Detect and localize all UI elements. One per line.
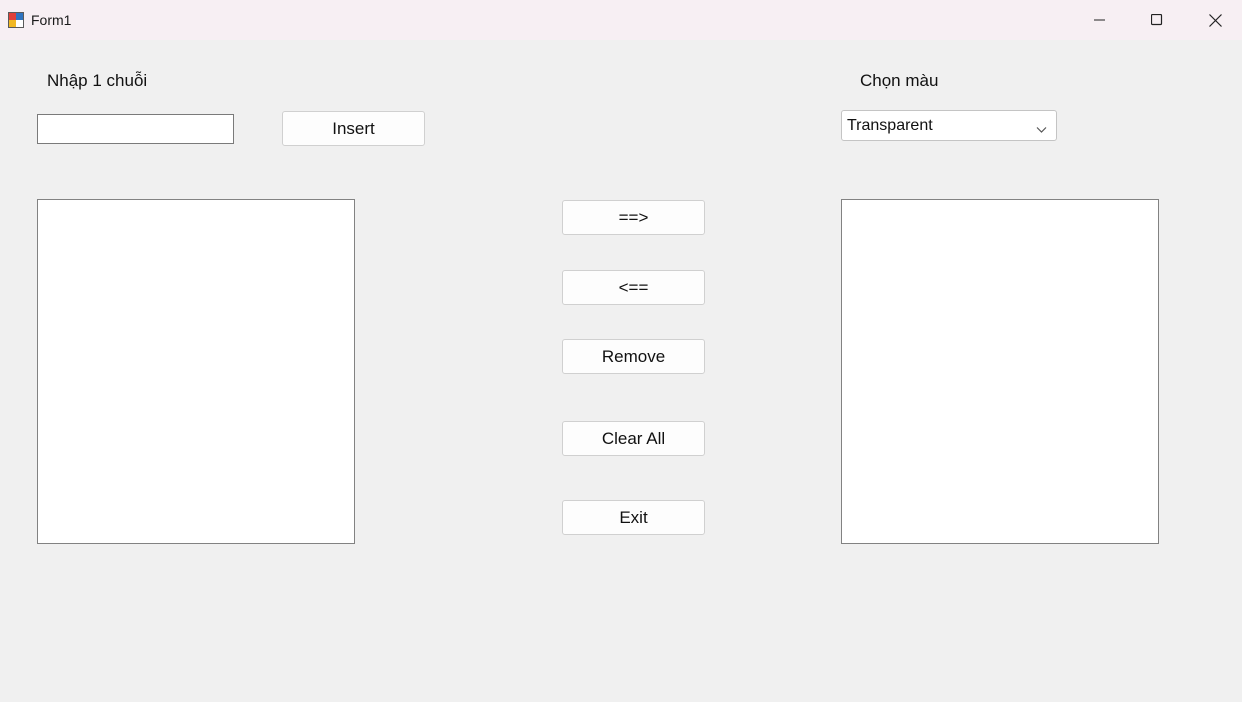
- right-listbox[interactable]: [841, 199, 1159, 544]
- close-button[interactable]: [1186, 0, 1242, 40]
- insert-button[interactable]: Insert: [282, 111, 425, 146]
- minimize-icon: [1094, 14, 1106, 26]
- color-dropdown[interactable]: Transparent: [841, 110, 1057, 141]
- move-left-label: <==: [618, 277, 649, 297]
- maximize-button[interactable]: [1128, 0, 1186, 40]
- exit-button[interactable]: Exit: [562, 500, 705, 535]
- string-input[interactable]: [37, 114, 234, 144]
- clear-all-label: Clear All: [601, 428, 666, 448]
- clear-all-button[interactable]: Clear All: [562, 421, 705, 456]
- title-bar: Form1: [0, 0, 1242, 40]
- move-right-label: ==>: [618, 207, 649, 227]
- insert-button-label: Insert: [332, 118, 375, 138]
- color-dropdown-value: Transparent: [847, 117, 933, 134]
- remove-button[interactable]: Remove: [562, 339, 705, 374]
- input-label: Nhập 1 chuỗi: [47, 71, 148, 90]
- left-listbox[interactable]: [37, 199, 355, 544]
- maximize-icon: [1151, 14, 1163, 26]
- move-right-button[interactable]: ==>: [562, 200, 705, 235]
- minimize-button[interactable]: [1071, 0, 1129, 40]
- exit-label: Exit: [619, 507, 648, 527]
- chevron-down-icon: [1036, 121, 1047, 139]
- color-label: Chọn màu: [860, 71, 939, 90]
- move-left-button[interactable]: <==: [562, 270, 705, 305]
- form-icon: [8, 12, 24, 28]
- close-icon: [1208, 13, 1222, 27]
- remove-label: Remove: [601, 346, 666, 366]
- window-title: Form1: [31, 12, 72, 28]
